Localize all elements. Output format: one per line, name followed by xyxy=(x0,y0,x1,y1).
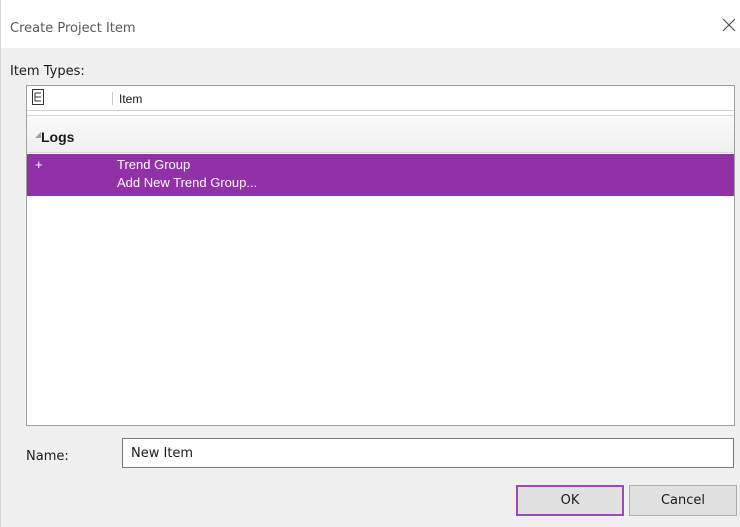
column-separator xyxy=(112,92,113,105)
tree-view-icon xyxy=(32,89,44,105)
group-row-logs[interactable]: Logs xyxy=(27,115,734,153)
name-input[interactable] xyxy=(122,438,734,468)
item-description: Add New Trend Group... xyxy=(117,175,258,190)
list-item-trend-group[interactable]: + Trend Group Add New Trend Group... xyxy=(27,154,734,196)
column-header[interactable]: Item xyxy=(27,86,734,111)
group-label: Logs xyxy=(41,129,75,145)
dialog-titlebar: Create Project Item xyxy=(1,0,740,48)
column-header-item[interactable]: Item xyxy=(119,92,142,106)
item-name: Trend Group xyxy=(117,157,191,172)
close-icon[interactable] xyxy=(720,16,738,34)
create-project-item-dialog: Create Project Item Item Types: Item Log… xyxy=(0,0,740,527)
ok-button[interactable]: OK xyxy=(516,485,624,516)
name-label: Name: xyxy=(26,449,69,464)
dialog-title: Create Project Item xyxy=(10,21,136,36)
item-types-label: Item Types: xyxy=(10,64,85,79)
item-types-list[interactable]: Item Logs + Trend Group Add New Trend Gr… xyxy=(26,85,735,426)
cancel-button[interactable]: Cancel xyxy=(629,485,737,516)
plus-icon: + xyxy=(35,157,43,172)
